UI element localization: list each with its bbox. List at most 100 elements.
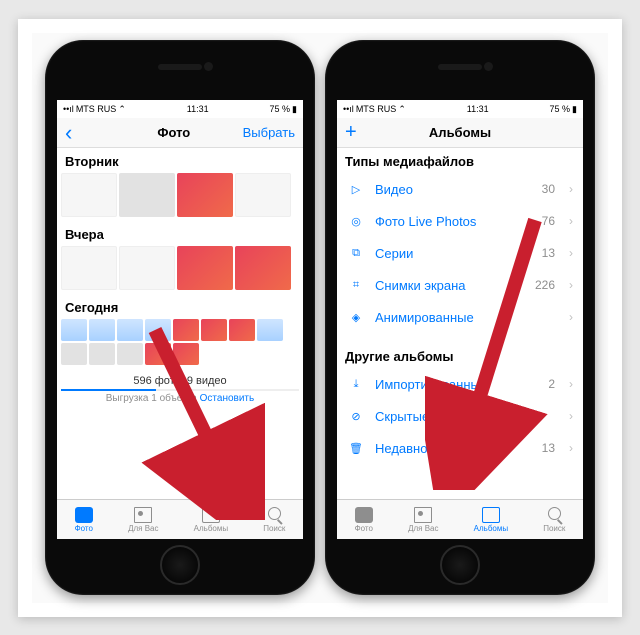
thumbs-row (57, 319, 303, 369)
section-today: Сегодня (57, 294, 303, 319)
chevron-right-icon: › (569, 441, 573, 455)
tab-search[interactable]: Поиск (263, 507, 285, 533)
section-media-types: Типы медиафайлов (337, 148, 583, 173)
photo-thumb[interactable] (173, 343, 199, 365)
animated-icon: ◈ (347, 308, 365, 326)
photo-thumb[interactable] (89, 319, 115, 341)
photo-thumb[interactable] (119, 246, 175, 290)
carrier: MTS RUS (76, 104, 117, 114)
photo-thumb[interactable] (177, 246, 233, 290)
photo-thumb[interactable] (61, 173, 117, 217)
nav-title: Альбомы (429, 125, 491, 140)
albums-content[interactable]: Типы медиафайлов ▷ Видео 30 › ◎ Фото Liv… (337, 148, 583, 499)
photo-thumb[interactable] (145, 343, 171, 365)
tab-search[interactable]: Поиск (543, 507, 565, 533)
chevron-right-icon: › (569, 377, 573, 391)
albums-icon (482, 507, 500, 523)
photo-count: 596 фото, 9 видео (57, 369, 303, 389)
wifi-icon: ⌃ (398, 104, 406, 115)
albums-icon (202, 507, 220, 523)
photo-thumb[interactable] (61, 343, 87, 365)
row-imports[interactable]: ⤓ Импортированные 2 › (337, 368, 583, 400)
thumbs-row (57, 246, 303, 294)
photo-thumb[interactable] (235, 173, 291, 217)
battery-icon: ▮ (292, 104, 297, 115)
phone-left: ••ıl MTS RUS ⌃ 11:31 75 % ▮ ‹ Фото Выбра… (45, 40, 315, 595)
search-icon (548, 507, 561, 520)
tab-photos[interactable]: Фото (75, 507, 93, 533)
photo-thumb[interactable] (201, 319, 227, 341)
row-bursts[interactable]: ⧉ Серии 13 › (337, 237, 583, 269)
photo-thumb[interactable] (173, 319, 199, 341)
photo-thumb[interactable] (117, 343, 143, 365)
back-button[interactable]: ‹ (65, 120, 105, 146)
row-animated[interactable]: ◈ Анимированные › (337, 301, 583, 333)
photos-icon (355, 507, 373, 523)
photo-thumb[interactable] (89, 343, 115, 365)
chevron-right-icon: › (569, 310, 573, 324)
foryou-icon (134, 507, 152, 523)
nav-bar: ‹ Фото Выбрать (57, 118, 303, 148)
row-screenshots[interactable]: ⌗ Снимки экрана 226 › (337, 269, 583, 301)
section-yesterday: Вчера (57, 221, 303, 246)
stop-upload-button[interactable]: Остановить (200, 393, 255, 404)
battery-icon: ▮ (572, 104, 577, 115)
row-recently-deleted[interactable]: 🗑 Недавно удаленные 13 › (337, 432, 583, 464)
section-other-albums: Другие альбомы (337, 343, 583, 368)
row-hidden[interactable]: ⊘ Скрытые › (337, 400, 583, 432)
trash-icon: 🗑 (347, 439, 365, 457)
upload-status: Выгрузка 1 объекта Остановить (57, 391, 303, 408)
video-icon: ▷ (347, 180, 365, 198)
photo-thumb[interactable] (145, 319, 171, 341)
tab-albums[interactable]: Альбомы (194, 507, 228, 533)
tab-bar: Фото Для Вас Альбомы Поиск (337, 499, 583, 539)
home-button[interactable] (160, 545, 200, 585)
thumbs-row (57, 173, 303, 221)
screenshot-icon: ⌗ (347, 276, 365, 294)
outer-frame: ••ıl MTS RUS ⌃ 11:31 75 % ▮ ‹ Фото Выбра… (18, 19, 622, 617)
add-button[interactable]: + (345, 121, 385, 144)
photo-thumb[interactable] (257, 319, 283, 341)
tab-photos[interactable]: Фото (355, 507, 373, 533)
hidden-icon: ⊘ (347, 407, 365, 425)
battery-text: 75 % (270, 104, 291, 114)
photos-icon (75, 507, 93, 523)
carrier: MTS RUS (356, 104, 397, 114)
signal-icon: ••ıl (63, 104, 74, 114)
status-bar: ••ıl MTS RUS ⌃ 11:31 75 % ▮ (57, 100, 303, 118)
chevron-right-icon: › (569, 182, 573, 196)
chevron-right-icon: › (569, 214, 573, 228)
photo-thumb[interactable] (229, 319, 255, 341)
nav-bar: + Альбомы (337, 118, 583, 148)
phone-right: ••ıl MTS RUS ⌃ 11:31 75 % ▮ + Альбомы Ти… (325, 40, 595, 595)
photo-thumb[interactable] (117, 319, 143, 341)
photo-thumb[interactable] (177, 173, 233, 217)
photo-thumb[interactable] (61, 319, 87, 341)
status-bar: ••ıl MTS RUS ⌃ 11:31 75 % ▮ (337, 100, 583, 118)
photo-thumb[interactable] (119, 173, 175, 217)
chevron-right-icon: › (569, 278, 573, 292)
photo-thumb[interactable] (235, 246, 291, 290)
burst-icon: ⧉ (347, 244, 365, 262)
tab-bar: Фото Для Вас Альбомы Поиск (57, 499, 303, 539)
select-button[interactable]: Выбрать (243, 125, 295, 140)
status-time: 11:31 (187, 104, 209, 114)
row-live-photos[interactable]: ◎ Фото Live Photos 76 › (337, 205, 583, 237)
signal-icon: ••ıl (343, 104, 354, 114)
tab-albums[interactable]: Альбомы (474, 507, 508, 533)
foryou-icon (414, 507, 432, 523)
tab-foryou[interactable]: Для Вас (128, 507, 158, 533)
chevron-right-icon: › (569, 409, 573, 423)
photos-content[interactable]: Вторник Вчера Сегодня (57, 148, 303, 499)
import-icon: ⤓ (347, 375, 365, 393)
battery-text: 75 % (550, 104, 571, 114)
photo-thumb[interactable] (61, 246, 117, 290)
tab-foryou[interactable]: Для Вас (408, 507, 438, 533)
nav-title: Фото (157, 125, 190, 140)
search-icon (268, 507, 281, 520)
row-video[interactable]: ▷ Видео 30 › (337, 173, 583, 205)
status-time: 11:31 (467, 104, 489, 114)
section-tuesday: Вторник (57, 148, 303, 173)
home-button[interactable] (440, 545, 480, 585)
wifi-icon: ⌃ (118, 104, 126, 115)
